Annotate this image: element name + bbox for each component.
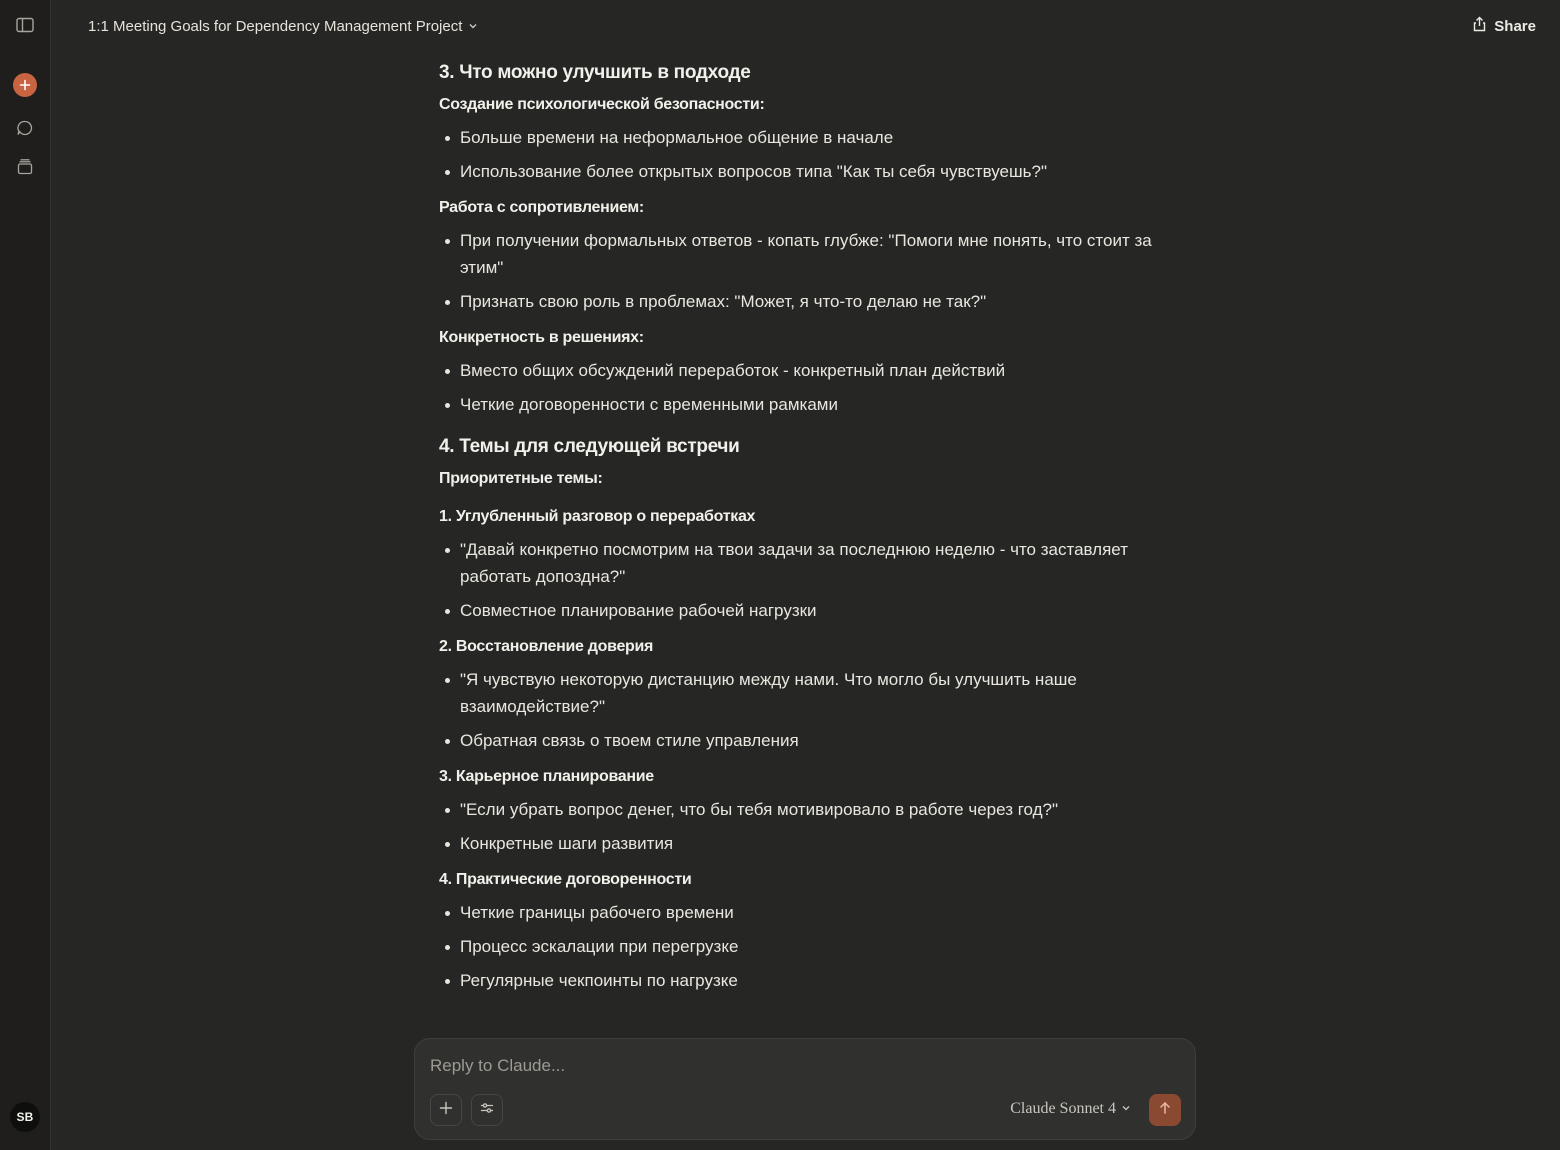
- conversation-title-menu[interactable]: 1:1 Meeting Goals for Dependency Managem…: [88, 14, 478, 38]
- model-selector[interactable]: Claude Sonnet 4: [1010, 1100, 1131, 1118]
- chevron-down-icon: [1121, 1100, 1131, 1118]
- list-item: Использование более открытых вопросов ти…: [439, 158, 1159, 185]
- list-item: "Давай конкретно посмотрим на твои задач…: [439, 536, 1159, 590]
- bullet-list: Вместо общих обсуждений переработок - ко…: [439, 357, 1159, 418]
- bullet-list: Четкие границы рабочего времени Процесс …: [439, 899, 1159, 994]
- sliders-icon: [480, 1101, 494, 1120]
- subheading: Создание психологической безопасности:: [439, 96, 765, 113]
- bullet-list: "Если убрать вопрос денег, что бы тебя м…: [439, 796, 1159, 857]
- reply-input[interactable]: Reply to Claude...: [430, 1056, 565, 1076]
- share-label: Share: [1494, 17, 1536, 35]
- section-heading: 3. Что можно улучшить в подходе: [439, 62, 751, 83]
- model-label: Claude Sonnet 4: [1010, 1100, 1116, 1117]
- plus-icon: [439, 1101, 453, 1120]
- share-button[interactable]: Share: [1472, 12, 1536, 40]
- list-item: Конкретные шаги развития: [439, 830, 1159, 857]
- topic-title: 2. Восстановление доверия: [439, 638, 654, 655]
- topic-title: 1. Углубленный разговор о переработках: [439, 508, 756, 525]
- list-item: Обратная связь о твоем стиле управления: [439, 727, 1159, 754]
- list-item: Признать свою роль в проблемах: "Может, …: [439, 288, 1159, 315]
- top-bar: 1:1 Meeting Goals for Dependency Managem…: [51, 0, 1560, 52]
- arrow-up-icon: [1158, 1101, 1172, 1120]
- avatar[interactable]: SB: [10, 1102, 40, 1132]
- bullet-list: "Я чувствую некоторую дистанцию между на…: [439, 666, 1159, 754]
- sidebar-toggle-icon[interactable]: [10, 10, 40, 40]
- list-item: Вместо общих обсуждений переработок - ко…: [439, 357, 1159, 384]
- subheading: Приоритетные темы:: [439, 470, 603, 487]
- send-button[interactable]: [1149, 1094, 1181, 1126]
- list-item: "Если убрать вопрос денег, что бы тебя м…: [439, 796, 1159, 823]
- bullet-list: "Давай конкретно посмотрим на твои задач…: [439, 536, 1159, 624]
- conversation-title: 1:1 Meeting Goals for Dependency Managem…: [88, 17, 463, 35]
- list-item: Четкие договоренности с временными рамка…: [439, 391, 1159, 418]
- list-item: "Я чувствую некоторую дистанцию между на…: [439, 666, 1159, 720]
- topic-title: 4. Практические договоренности: [439, 871, 692, 888]
- list-item: Больше времени на неформальное общение в…: [439, 124, 1159, 151]
- bullet-list: Больше времени на неформальное общение в…: [439, 124, 1159, 185]
- list-item: Регулярные чекпоинты по нагрузке: [439, 967, 1159, 994]
- new-chat-button[interactable]: [10, 70, 40, 100]
- reply-composer[interactable]: Reply to Claude... Claude Sonnet 4: [414, 1038, 1196, 1140]
- projects-icon[interactable]: [10, 152, 40, 182]
- share-icon: [1472, 16, 1487, 36]
- add-content-button[interactable]: [430, 1094, 462, 1126]
- section-heading: 4. Темы для следующей встречи: [439, 436, 740, 457]
- tools-button[interactable]: [471, 1094, 503, 1126]
- subheading: Работа с сопротивлением:: [439, 199, 644, 216]
- plus-icon: [13, 73, 37, 97]
- chevron-down-icon: [468, 18, 478, 35]
- list-item: Процесс эскалации при перегрузке: [439, 933, 1159, 960]
- list-item: При получении формальных ответов - копат…: [439, 227, 1159, 281]
- list-item: Четкие границы рабочего времени: [439, 899, 1159, 926]
- chats-icon[interactable]: [10, 113, 40, 143]
- sidebar: SB: [0, 0, 51, 1150]
- topic-title: 3. Карьерное планирование: [439, 768, 654, 785]
- bullet-list: При получении формальных ответов - копат…: [439, 227, 1159, 315]
- subheading: Конкретность в решениях:: [439, 329, 644, 346]
- assistant-message: 3. Что можно улучшить в подходе Создание…: [439, 58, 1159, 994]
- list-item: Совместное планирование рабочей нагрузки: [439, 597, 1159, 624]
